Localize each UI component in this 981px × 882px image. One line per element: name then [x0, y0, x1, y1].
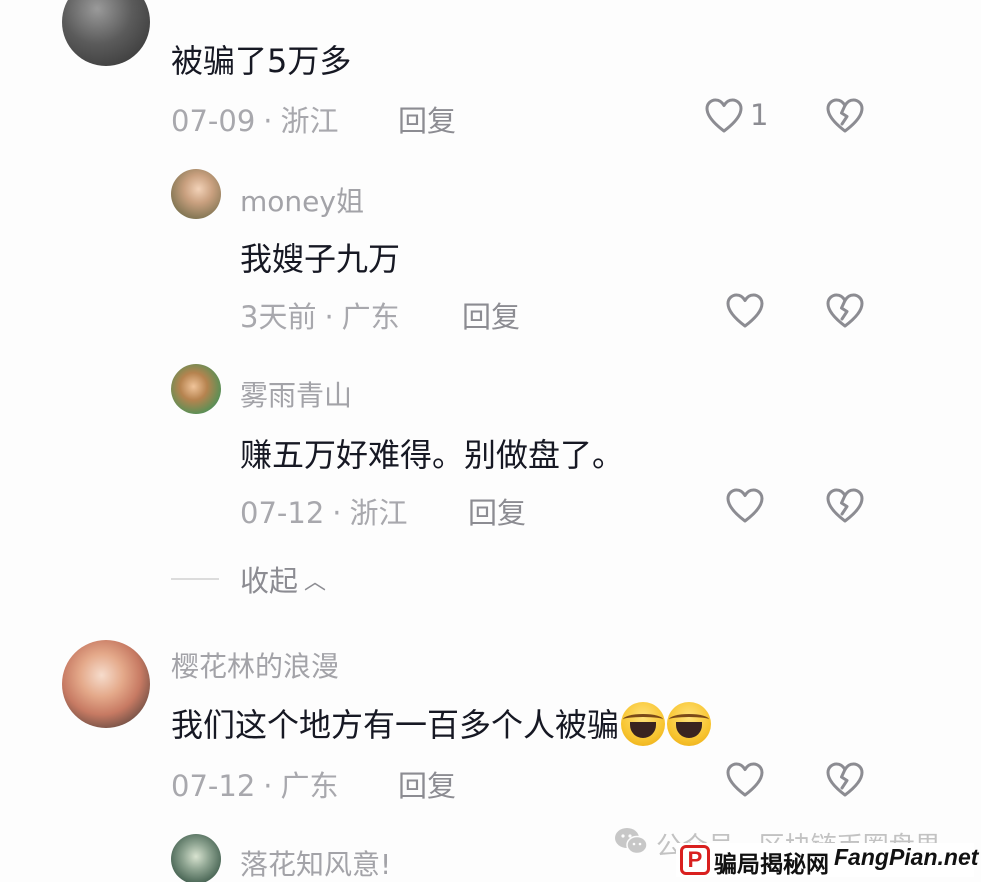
- watermark-site: FangPian.net: [834, 844, 979, 870]
- comment-location: 浙江: [349, 496, 408, 530]
- avatar-fog[interactable]: [171, 364, 221, 414]
- username[interactable]: 雾雨青山: [240, 374, 352, 414]
- comment-thread: 被骗了5万多 07-09 · 浙江 回复 1 money姐 我嫂子九万 3天前 · 广东…: [0, 0, 981, 882]
- heart-outline-icon[interactable]: [725, 761, 765, 799]
- meta-separator: ·: [263, 104, 273, 138]
- meta-separator: ·: [332, 496, 342, 530]
- comment-meta: 07-12 · 广东: [171, 763, 339, 805]
- collapse-label: 收起: [240, 564, 299, 598]
- comment-date: 07-12: [240, 496, 325, 530]
- collapse-divider: [171, 578, 219, 580]
- comment-location: 广东: [341, 300, 400, 334]
- meta-separator: ·: [324, 300, 334, 334]
- comment-meta: 3天前 · 广东: [240, 294, 400, 336]
- comment-text-body: 我们这个地方有一百多个人被骗: [171, 706, 620, 744]
- comment-location: 广东: [280, 769, 339, 803]
- wechat-icon: [615, 828, 648, 855]
- username[interactable]: 樱花林的浪漫: [171, 645, 339, 685]
- comment-meta: 07-09 · 浙江: [171, 98, 339, 140]
- avatar-money[interactable]: [171, 169, 221, 219]
- reply-button[interactable]: 回复: [462, 294, 520, 336]
- chevron-up-icon: ︿: [304, 570, 327, 595]
- like-count: 1: [750, 98, 769, 132]
- comment-date: 07-12: [171, 769, 256, 803]
- broken-heart-icon[interactable]: [825, 97, 865, 135]
- comment-meta: 07-12 · 浙江: [240, 490, 408, 532]
- avatar-top-commenter[interactable]: [62, 0, 150, 66]
- meta-separator: ·: [263, 769, 273, 803]
- avatar-sakura[interactable]: [62, 640, 150, 728]
- laughing-crying-emoji-icon: [667, 702, 712, 746]
- broken-heart-icon[interactable]: [825, 487, 865, 525]
- comment-text: 被骗了5万多: [171, 42, 352, 80]
- comment-date: 3天前: [240, 300, 317, 334]
- laughing-crying-emoji-icon: [621, 702, 666, 746]
- comment-text: 赚五万好难得。别做盘了。: [240, 436, 625, 474]
- avatar-luohua[interactable]: [171, 834, 221, 882]
- watermark-text: 骗局揭秘网: [714, 852, 829, 878]
- broken-heart-icon[interactable]: [825, 761, 865, 799]
- broken-heart-icon[interactable]: [825, 292, 865, 330]
- reply-button[interactable]: 回复: [468, 490, 526, 532]
- username[interactable]: 落花知风意!: [240, 843, 391, 882]
- comment-text: 我嫂子九万: [240, 240, 401, 278]
- comment-location: 浙江: [280, 104, 339, 138]
- reply-button[interactable]: 回复: [398, 763, 456, 805]
- heart-outline-icon[interactable]: [725, 487, 765, 525]
- comment-date: 07-09: [171, 104, 256, 138]
- comment-text: 我们这个地方有一百多个人被骗: [171, 700, 712, 746]
- heart-outline-icon[interactable]: [704, 97, 744, 135]
- username[interactable]: money姐: [240, 180, 364, 220]
- heart-outline-icon[interactable]: [725, 292, 765, 330]
- watermark-logo: P: [680, 845, 710, 875]
- collapse-replies-button[interactable]: 收起 ︿: [240, 558, 326, 600]
- reply-button[interactable]: 回复: [398, 98, 456, 140]
